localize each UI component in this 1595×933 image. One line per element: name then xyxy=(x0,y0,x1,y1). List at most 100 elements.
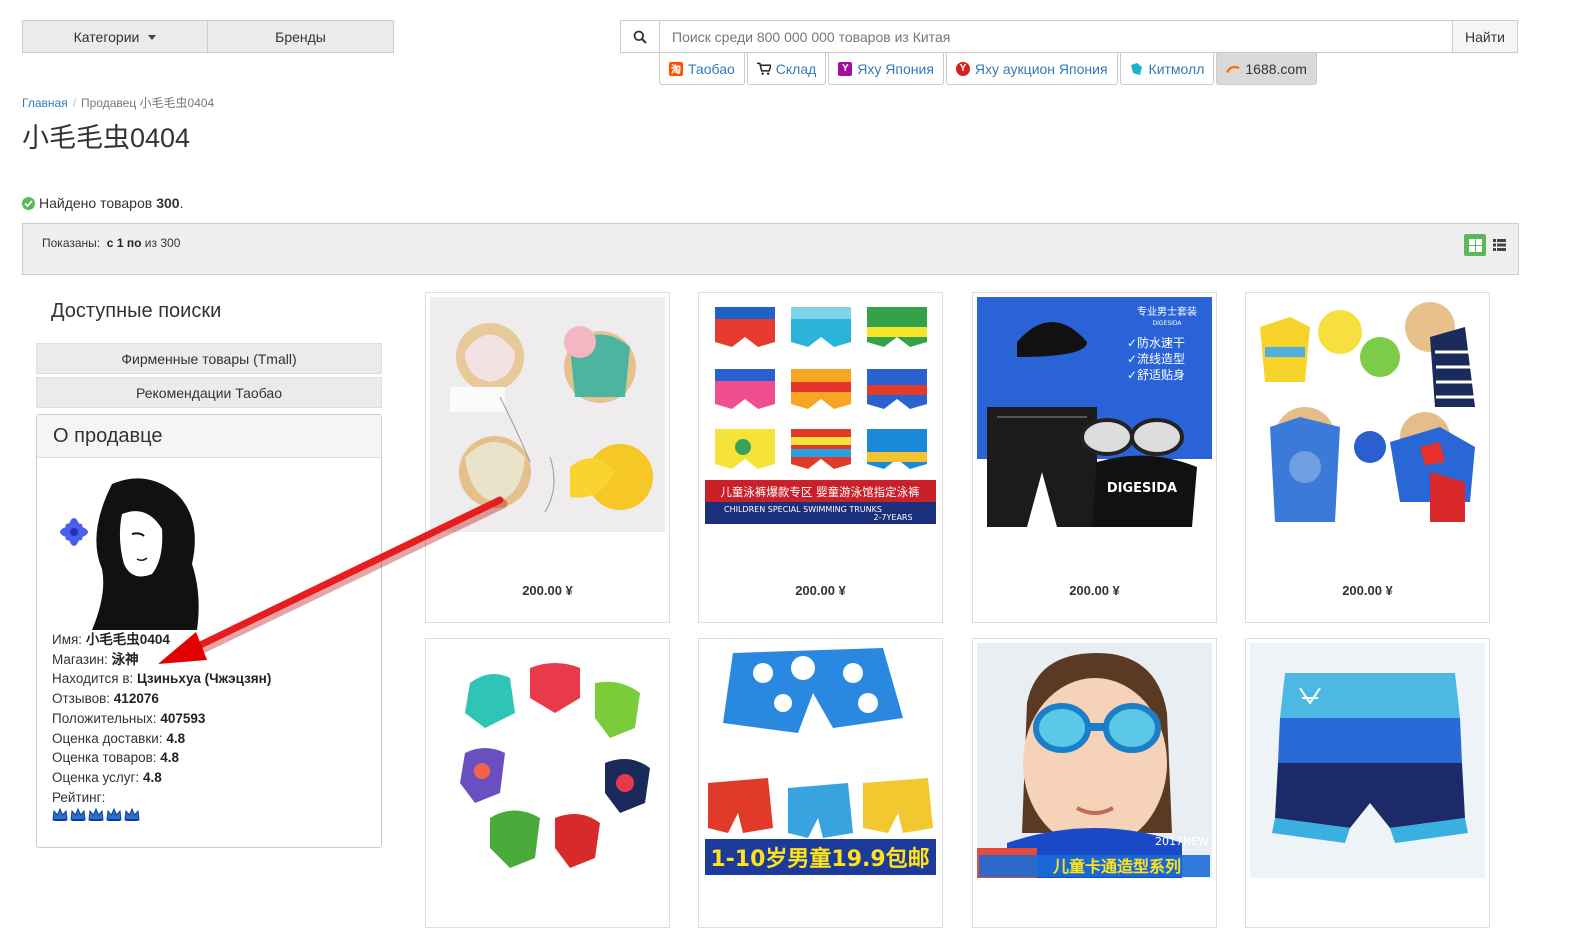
tab-label: Яху Япония xyxy=(857,60,934,77)
positive-label: Положительных: xyxy=(52,710,157,726)
product-image[interactable]: 专业男士套装 DIGESIDA ✓防水速干 ✓流线造型 ✓舒适贴身 DIGESI… xyxy=(977,297,1212,532)
results-number: 300 xyxy=(156,195,180,211)
product-card[interactable]: 1-10岁男童19.9包邮 xyxy=(698,638,943,928)
banner-line: ✓流线造型 xyxy=(1127,352,1185,366)
caption-text: 儿童卡通造型系列 xyxy=(1052,857,1181,876)
page-title: 小毛毛虫0404 xyxy=(22,123,191,153)
top-nav: Категории Бренды xyxy=(22,20,394,53)
search-icon-button[interactable] xyxy=(620,20,660,53)
seller-info: Имя: 小毛毛虫0404 Магазин: 泳神 Находится в: Ц… xyxy=(37,458,381,838)
results-text: Найдено товаров xyxy=(39,195,153,211)
product-price: 200.00 ¥ xyxy=(1342,583,1393,598)
product-card[interactable]: 专业男士套装 DIGESIDA ✓防水速干 ✓流线造型 ✓舒适贴身 DIGESI… xyxy=(972,292,1217,623)
shown-label: Показаны: xyxy=(42,236,101,250)
search-icon xyxy=(633,30,647,44)
seller-service: 4.8 xyxy=(142,769,162,785)
available-searches-heading: Доступные поиски xyxy=(51,300,222,322)
tab-taobao[interactable]: 淘 Таобао xyxy=(659,53,745,85)
tab-yahoo-auction[interactable]: Y Яху аукцион Япония xyxy=(945,53,1118,85)
taobao-icon: 淘 xyxy=(669,61,683,76)
seller-reviews: 412076 xyxy=(113,691,159,707)
tab-label: Таобао xyxy=(688,60,735,77)
product-card[interactable]: 儿童卡通造型系列 2017NEW xyxy=(972,638,1217,928)
location-label: Находится в: xyxy=(52,671,134,687)
seller-avatar xyxy=(60,478,199,630)
product-image[interactable] xyxy=(430,643,665,878)
name-label: Имя: xyxy=(52,632,83,647)
product-card[interactable]: 200.00 ¥ xyxy=(1245,292,1490,623)
1688-icon xyxy=(1226,62,1240,76)
breadcrumb-current: Продавец 小毛毛虫0404 xyxy=(81,96,215,110)
pagination-bar: Показаны: с 1 по из 300 xyxy=(22,223,1519,275)
product-image[interactable]: 1-10岁男童19.9包邮 xyxy=(703,643,938,878)
tab-label: Яху аукцион Япония xyxy=(974,60,1108,77)
kitmall-icon xyxy=(1130,62,1144,76)
taobao-recommendations-link[interactable]: Рекомендации Таобао xyxy=(36,377,382,408)
service-label: Оценка услуг: xyxy=(52,769,140,785)
range-from: 1 xyxy=(116,236,124,250)
banner-years-text: 2-7YEARS xyxy=(873,513,912,522)
check-circle-icon xyxy=(22,196,35,210)
provider-tabs: 淘 Таобао Склад Y Яху Япония Y Яху аукцио… xyxy=(659,53,1317,85)
tab-yahoo-japan[interactable]: Y Яху Япония xyxy=(828,53,944,85)
sidebar: Доступные поиски Фирменные товары (Tmall… xyxy=(36,300,382,848)
categories-dropdown[interactable]: Категории xyxy=(22,20,208,53)
tab-label: Китмолл xyxy=(1148,60,1205,77)
reviews-label: Отзывов: xyxy=(52,691,111,707)
seller-goods: 4.8 xyxy=(160,750,180,766)
product-card[interactable] xyxy=(425,638,670,928)
brands-label: Бренды xyxy=(275,28,326,45)
seller-positive: 407593 xyxy=(160,710,206,726)
breadcrumb-separator: / xyxy=(72,96,77,110)
product-card[interactable]: 儿童泳裤爆款专区 婴童游泳馆指定泳裤 CHILDREN SPECIAL SWIM… xyxy=(698,292,943,623)
seller-shop-row: Магазин: 泳神 xyxy=(52,650,366,670)
tmall-link[interactable]: Фирменные товары (Tmall) xyxy=(36,343,382,374)
results-suffix: . xyxy=(179,195,184,211)
chevron-down-icon xyxy=(148,35,157,40)
breadcrumb: Главная / Продавец 小毛毛虫0404 xyxy=(22,94,214,111)
product-price: 200.00 ¥ xyxy=(1069,583,1120,598)
list-view-button[interactable] xyxy=(1488,234,1510,256)
breadcrumb-home-link[interactable]: Главная xyxy=(22,96,68,110)
banner-text: 儿童泳裤爆款专区 婴童游泳馆指定泳裤 xyxy=(720,485,919,499)
rating-label: Рейтинг: xyxy=(52,789,106,805)
pagination-summary: Показаны: с 1 по из 300 xyxy=(42,236,180,250)
crown-icon xyxy=(124,808,140,822)
product-price: 200.00 ¥ xyxy=(522,583,573,598)
shop-label: Магазин: xyxy=(52,651,108,667)
rating-icons xyxy=(52,808,366,822)
product-image[interactable] xyxy=(430,297,665,532)
search-input[interactable] xyxy=(660,20,1453,53)
product-image[interactable] xyxy=(1250,643,1485,878)
seller-name: 小毛毛虫0404 xyxy=(85,632,170,647)
tab-kitmall[interactable]: Китмолл xyxy=(1119,53,1215,85)
tab-label: Склад xyxy=(775,60,817,77)
seller-rating-row: Рейтинг: xyxy=(52,788,366,808)
range-of-label: из xyxy=(144,236,157,250)
product-card[interactable]: 200.00 ¥ xyxy=(425,292,670,623)
categories-label: Категории xyxy=(73,28,140,45)
goods-label: Оценка товаров: xyxy=(52,750,157,766)
tab-warehouse[interactable]: Склад xyxy=(746,53,827,85)
banner-line: ✓舒适贴身 xyxy=(1127,367,1185,382)
product-image[interactable]: 儿童卡通造型系列 2017NEW xyxy=(977,643,1212,878)
range-prefix: с xyxy=(106,236,114,250)
crown-icon xyxy=(106,808,122,822)
range-to-label: по xyxy=(126,236,142,250)
search-button[interactable]: Найти xyxy=(1453,20,1518,53)
tab-label: 1688.com xyxy=(1245,60,1307,77)
product-image[interactable]: 儿童泳裤爆款专区 婴童游泳馆指定泳裤 CHILDREN SPECIAL SWIM… xyxy=(703,297,938,532)
product-card[interactable] xyxy=(1245,638,1490,928)
search-bar: Найти xyxy=(620,20,1518,53)
seller-delivery-row: Оценка доставки: 4.8 xyxy=(52,729,366,749)
seller-goods-row: Оценка товаров: 4.8 xyxy=(52,748,366,768)
grid-view-button[interactable] xyxy=(1464,234,1486,256)
seller-reviews-row: Отзывов: 412076 xyxy=(52,689,366,709)
brands-button[interactable]: Бренды xyxy=(208,20,394,53)
banner-line: DIGESIDA xyxy=(1152,320,1182,327)
tab-1688[interactable]: 1688.com xyxy=(1216,53,1317,85)
product-image[interactable] xyxy=(1250,297,1485,532)
crown-icon xyxy=(52,808,68,822)
yahoo-auction-icon: Y xyxy=(955,61,970,76)
cart-icon xyxy=(756,62,771,76)
